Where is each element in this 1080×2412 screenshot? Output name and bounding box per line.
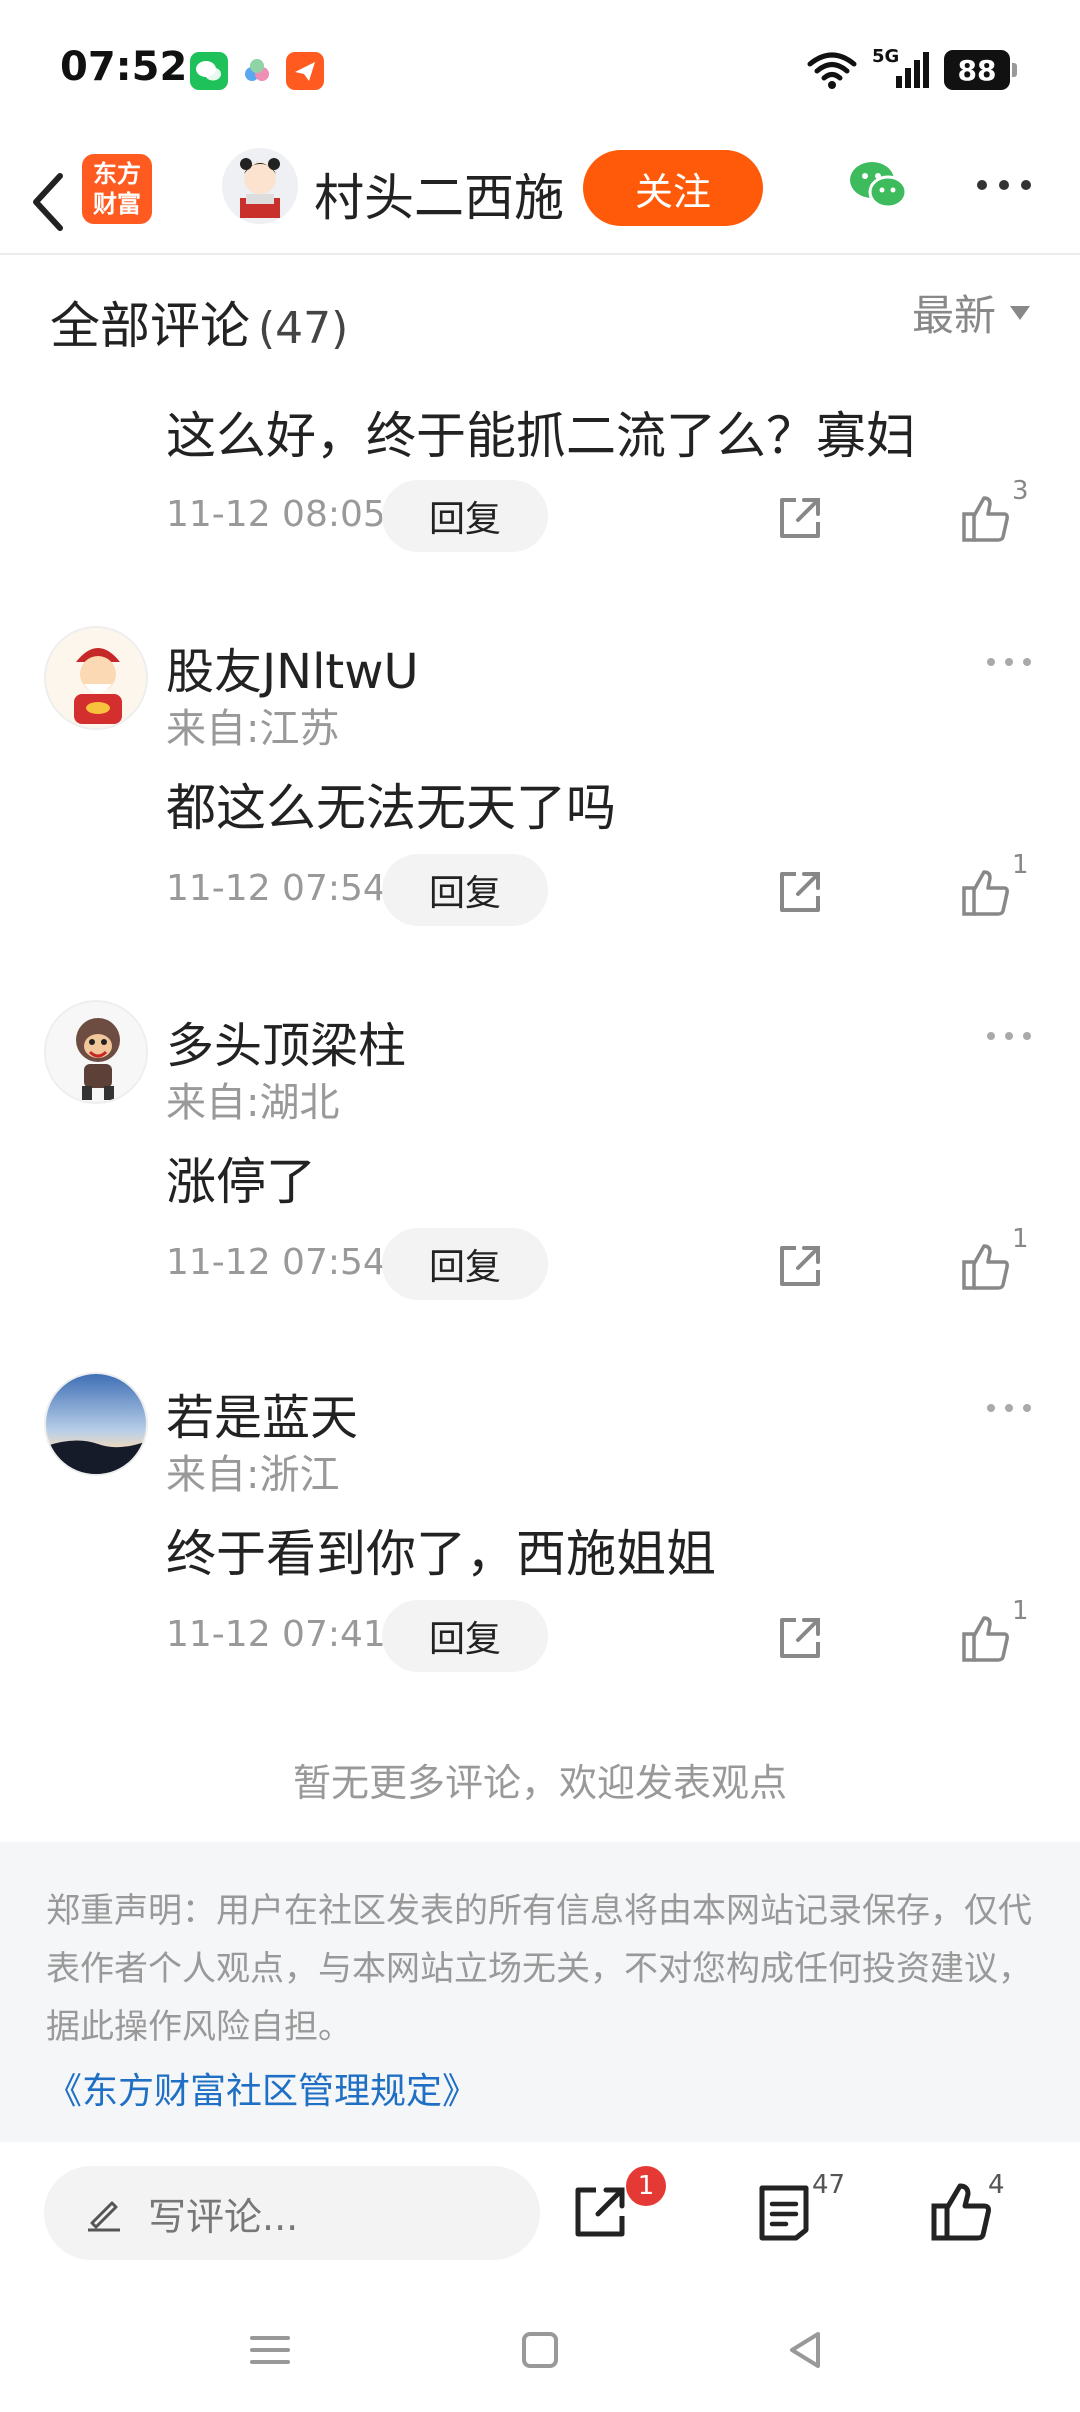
dropdown-triangle-icon (1010, 305, 1030, 320)
user-avatar[interactable] (44, 1000, 148, 1104)
like-count: 3 (1012, 476, 1029, 506)
wifi-icon (807, 52, 857, 89)
comment-text: 涨停了 (166, 1153, 316, 1211)
share-icon[interactable] (774, 866, 826, 918)
wechat-share-button[interactable] (846, 158, 910, 214)
comment-location: 来自:江苏 (166, 706, 340, 752)
comments-count: (47) (258, 303, 349, 354)
like-button[interactable]: 3 (960, 476, 1050, 552)
follow-button[interactable]: 关注 (583, 150, 763, 226)
community-rules-link[interactable]: 《东方财富社区管理规定》 (46, 2062, 1034, 2114)
comment-time: 11-12 08:05 (166, 494, 386, 535)
comment-more-icon[interactable] (984, 652, 1034, 672)
comment-more-icon[interactable] (984, 1026, 1034, 1046)
reply-button[interactable]: 回复 (382, 480, 548, 552)
comments-title: 全部评论 (47) (50, 286, 348, 358)
back-triangle-icon[interactable] (780, 2324, 832, 2376)
no-more-comments: 暂无更多评论，欢迎发表观点 (292, 1761, 787, 1805)
author-avatar[interactable] (222, 148, 298, 224)
battery-indicator: 88 (944, 50, 1017, 90)
comment-item: 多头顶梁柱 来自:湖北 涨停了 11-12 07:54 回复 1 (0, 1000, 1080, 1350)
pencil-icon (88, 2201, 120, 2232)
send-icon (286, 52, 324, 90)
author-name[interactable]: 村头二西施 (314, 158, 564, 230)
menu-icon[interactable] (244, 2324, 296, 2376)
comment-location: 来自:湖北 (166, 1080, 340, 1126)
user-avatar[interactable] (44, 626, 148, 730)
brand-logo-line1: 东方 (93, 160, 141, 188)
comment-text: 这么好，终于能抓二流了么？寡妇 (166, 407, 916, 465)
back-button[interactable] (22, 158, 82, 238)
bottom-action-bar: 写评论... 1 47 4 (0, 2142, 1080, 2292)
comment-item: 这么好，终于能抓二流了么？寡妇 11-12 08:05 回复 3 (0, 380, 1080, 570)
comments-header: 全部评论 (47) 最新 (0, 256, 1080, 366)
comment-time: 11-12 07:41 (166, 1614, 386, 1655)
thumbs-up-icon (962, 496, 1009, 542)
thumbs-up-icon (962, 1616, 1009, 1662)
signal-icon: 5G (872, 46, 930, 90)
reply-button[interactable]: 回复 (382, 1228, 548, 1300)
disclaimer-text: 郑重声明：用户在社区发表的所有信息将由本网站记录保存，仅代表作者个人观点，与本网… (46, 1891, 1032, 2047)
reply-button[interactable]: 回复 (382, 854, 548, 926)
like-button[interactable]: 1 (960, 1596, 1050, 1672)
comment-username[interactable]: 若是蓝天 (166, 1378, 358, 1448)
comments-title-text: 全部评论 (50, 297, 250, 355)
write-comment-placeholder: 写评论... (148, 2194, 299, 2239)
status-time: 07:52 (60, 44, 188, 90)
system-navbar (0, 2292, 1080, 2412)
cloud-icon (238, 52, 276, 90)
comment-count: 47 (812, 2170, 846, 2200)
comment-item: 若是蓝天 来自:浙江 终于看到你了，西施姐姐 11-12 07:41 回复 1 (0, 1372, 1080, 1722)
share-badge: 1 (626, 2166, 666, 2206)
thumbs-up-icon[interactable] (930, 2180, 994, 2244)
wechat-icon (190, 52, 228, 90)
comment-time: 11-12 07:54 (166, 868, 386, 909)
back-arrow-icon (33, 173, 63, 231)
like-count: 1 (1012, 1224, 1029, 1254)
comment-username[interactable]: 多头顶梁柱 (166, 1006, 406, 1076)
more-dots-icon (977, 180, 1031, 190)
like-count: 1 (1012, 850, 1029, 880)
comments-icon[interactable] (752, 2180, 816, 2244)
write-comment-input[interactable]: 写评论... (44, 2166, 540, 2260)
top-navbar: 东方 财富 村头二西施 关注 (0, 140, 1080, 255)
comment-item: 股友JNltwU 来自:江苏 都这么无法无天了吗 11-12 07:54 回复 … (0, 626, 1080, 976)
comment-time: 11-12 07:54 (166, 1242, 386, 1283)
thumbs-up-icon (962, 1244, 1009, 1290)
sort-dropdown[interactable]: 最新 (912, 282, 1030, 343)
comment-location: 来自:浙江 (166, 1452, 340, 1498)
wechat-share-icon (850, 162, 908, 209)
like-count: 1 (1012, 1596, 1029, 1626)
status-bar: 07:52 5G 88 (0, 0, 1080, 140)
like-button[interactable]: 1 (960, 850, 1050, 926)
brand-logo[interactable]: 东方 财富 (82, 154, 152, 224)
comment-username[interactable]: 股友JNltwU (166, 632, 419, 702)
brand-logo-line2: 财富 (93, 190, 141, 218)
reply-button[interactable]: 回复 (382, 1600, 548, 1672)
disclaimer-section: 郑重声明：用户在社区发表的所有信息将由本网站记录保存，仅代表作者个人观点，与本网… (0, 1842, 1080, 2142)
share-icon[interactable] (568, 2180, 632, 2244)
thumbs-up-icon (962, 870, 1009, 916)
sort-label: 最新 (911, 291, 996, 340)
like-count: 4 (988, 2170, 1005, 2200)
share-icon[interactable] (774, 1612, 826, 1664)
comment-text: 终于看到你了，西施姐姐 (166, 1525, 716, 1583)
user-avatar[interactable] (44, 1372, 148, 1476)
like-button[interactable]: 1 (960, 1224, 1050, 1300)
more-options-button[interactable] (974, 170, 1034, 200)
home-icon[interactable] (514, 2324, 566, 2376)
share-icon[interactable] (774, 1240, 826, 1292)
status-indicators: 5G 88 (806, 46, 1017, 94)
comment-text: 都这么无法无天了吗 (166, 779, 616, 837)
share-icon[interactable] (774, 492, 826, 544)
comment-more-icon[interactable] (984, 1398, 1034, 1418)
